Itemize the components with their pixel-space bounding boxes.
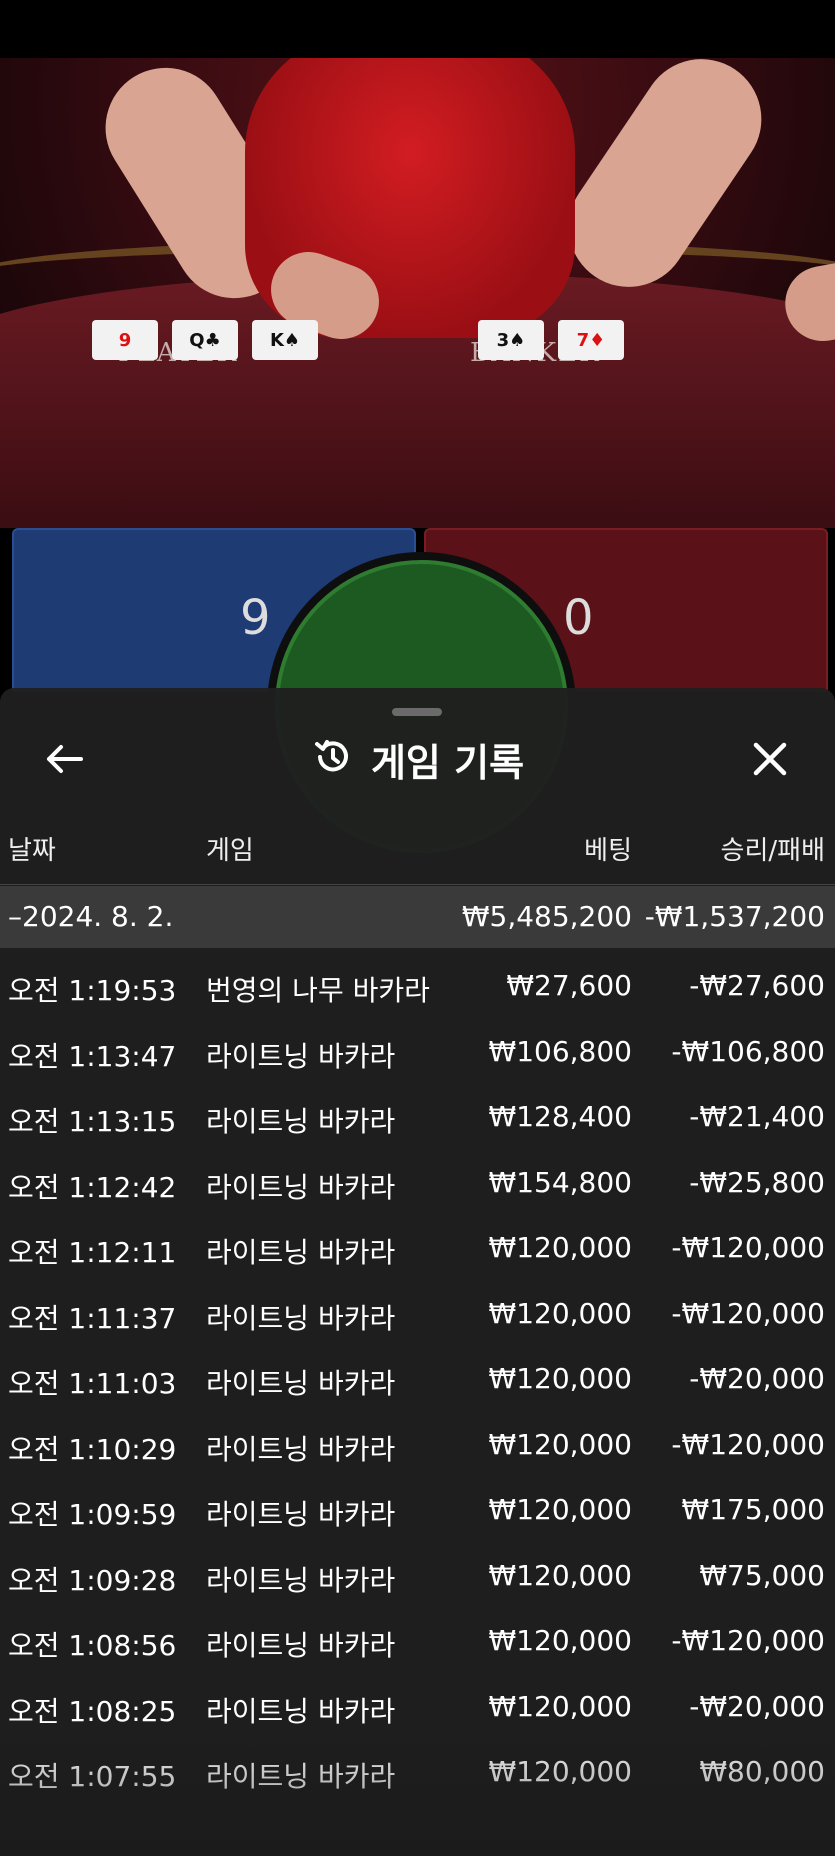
history-row-date: 오전 1:09:59 (8, 1498, 177, 1531)
column-header-date: 날짜 (8, 836, 56, 866)
history-row[interactable]: 오전 1:13:15 라이트닝 바카라 ₩128,400 -₩21,400 (0, 1088, 835, 1154)
playing-card: Q♣ (172, 320, 238, 360)
history-row-date: 오전 1:13:47 (8, 1039, 177, 1073)
history-row[interactable]: 오전 1:08:56 라이트닝 바카라 ₩120,000 -₩120,000 (0, 1612, 835, 1678)
history-row-date: 오전 1:19:53 (8, 974, 177, 1007)
history-row[interactable]: 오전 1:19:53 번영의 나무 바카라 ₩27,600 -₩27,600 (0, 957, 835, 1023)
history-row-game: 라이트닝 바카라 (206, 1105, 396, 1138)
history-row[interactable]: 오전 1:13:47 라이트닝 바카라 ₩106,800 -₩106,800 (0, 1023, 835, 1089)
history-row-game: 라이트닝 바카라 (206, 1563, 396, 1597)
history-row-win: -₩20,000 (689, 1362, 825, 1395)
history-row-game: 라이트닝 바카라 (206, 1694, 396, 1728)
history-row-date: 오전 1:12:11 (8, 1236, 177, 1269)
history-list: 오전 1:19:53 번영의 나무 바카라 ₩27,600 -₩27,600 오전 1:… (0, 957, 835, 1809)
sheet-title: 게임 기록 (370, 740, 525, 785)
history-row-bet: ₩120,000 (488, 1624, 632, 1657)
history-row[interactable]: 오전 1:11:37 라이트닝 바카라 ₩120,000 -₩120,000 (0, 1285, 835, 1351)
history-row-win: -₩120,000 (671, 1296, 825, 1330)
history-row-game: 라이트닝 바카라 (206, 1367, 396, 1400)
history-row-date: 오전 1:09:28 (8, 1563, 177, 1597)
playing-card: 3♠ (478, 320, 544, 360)
history-row-bet: ₩154,800 (488, 1165, 632, 1199)
playing-card: K♠ (252, 320, 318, 360)
history-row[interactable]: 오전 1:10:29 라이트닝 바카라 ₩120,000 -₩120,000 (0, 1416, 835, 1482)
history-row-game: 라이트닝 바카라 (206, 1170, 396, 1204)
summary-win-loss: -₩1,537,200 (644, 900, 825, 933)
history-row-game: 라이트닝 바카라 (206, 1236, 396, 1269)
history-row-win: -₩120,000 (671, 1624, 825, 1657)
header-divider (0, 884, 835, 885)
history-row-win: -₩120,000 (671, 1427, 825, 1461)
history-row-bet: ₩120,000 (488, 1755, 632, 1788)
history-icon (311, 736, 353, 782)
history-row-win: -₩120,000 (671, 1231, 825, 1264)
date-summary-row[interactable]: –2024. 8. 2. ₩5,485,200 -₩1,537,200 (0, 886, 835, 948)
column-header-bet: 베팅 (584, 836, 632, 866)
history-row-bet: ₩128,400 (488, 1100, 632, 1133)
history-row[interactable]: 오전 1:12:11 라이트닝 바카라 ₩120,000 -₩120,000 (0, 1219, 835, 1285)
history-row-bet: ₩120,000 (488, 1558, 632, 1592)
column-header-game: 게임 (206, 836, 254, 866)
history-row-date: 오전 1:10:29 (8, 1432, 177, 1466)
history-row-bet: ₩120,000 (488, 1493, 632, 1526)
history-row-date: 오전 1:13:15 (8, 1105, 177, 1138)
history-row[interactable]: 오전 1:08:25 라이트닝 바카라 ₩120,000 -₩20,000 (0, 1678, 835, 1744)
history-row-date: 오전 1:08:25 (8, 1694, 177, 1728)
history-row-game: 라이트닝 바카라 (206, 1301, 396, 1335)
history-row[interactable]: 오전 1:12:42 라이트닝 바카라 ₩154,800 -₩25,800 (0, 1154, 835, 1220)
history-row-win: -₩20,000 (689, 1689, 825, 1723)
history-row[interactable]: 오전 1:07:55 라이트닝 바카라 ₩120,000 ₩80,000 (0, 1743, 835, 1809)
drag-handle[interactable] (392, 708, 442, 716)
history-row-win: -₩25,800 (689, 1165, 825, 1199)
history-row-game: 라이트닝 바카라 (206, 1760, 396, 1793)
history-row-bet: ₩120,000 (488, 1296, 632, 1330)
history-row-date: 오전 1:11:37 (8, 1301, 177, 1335)
history-row-bet: ₩27,600 (506, 969, 632, 1002)
sheet-header: 게임 기록 (0, 732, 835, 786)
summary-date: –2024. 8. 2. (8, 900, 174, 933)
player-score: 9 (240, 590, 271, 646)
history-row-game: 라이트닝 바카라 (206, 1432, 396, 1466)
history-row-game: 라이트닝 바카라 (206, 1039, 396, 1073)
history-row[interactable]: 오전 1:09:28 라이트닝 바카라 ₩120,000 ₩75,000 (0, 1547, 835, 1613)
history-row-game: 라이트닝 바카라 (206, 1629, 396, 1662)
column-header-win-loss: 승리/패배 (720, 836, 825, 866)
status-bar (0, 0, 835, 58)
history-row-game: 라이트닝 바카라 (206, 1498, 396, 1531)
history-row-game: 번영의 나무 바카라 (206, 974, 430, 1007)
history-row[interactable]: 오전 1:11:03 라이트닝 바카라 ₩120,000 -₩20,000 (0, 1350, 835, 1416)
close-icon[interactable] (745, 734, 795, 784)
history-row-win: ₩75,000 (699, 1558, 825, 1592)
history-row-date: 오전 1:11:03 (8, 1367, 177, 1400)
history-row-win: -₩21,400 (689, 1100, 825, 1133)
banker-score: 0 (563, 590, 594, 646)
history-row-bet: ₩120,000 (488, 1689, 632, 1723)
playing-card: 9 (92, 320, 158, 360)
history-row-bet: ₩120,000 (488, 1362, 632, 1395)
history-row-bet: ₩120,000 (488, 1231, 632, 1264)
playing-card: 7♦ (558, 320, 624, 360)
live-video-feed: PLAYER BANKER 9Q♣K♠ 3♠7♦ (0, 58, 835, 528)
history-row-date: 오전 1:07:55 (8, 1760, 177, 1793)
history-row-win: -₩106,800 (671, 1034, 825, 1068)
history-row-win: -₩27,600 (689, 969, 825, 1002)
summary-bet: ₩5,485,200 (461, 900, 632, 933)
history-row-date: 오전 1:12:42 (8, 1170, 177, 1204)
history-row-date: 오전 1:08:56 (8, 1629, 177, 1662)
history-row-win: ₩80,000 (699, 1755, 825, 1788)
history-row-bet: ₩120,000 (488, 1427, 632, 1461)
history-row-bet: ₩106,800 (488, 1034, 632, 1068)
history-row-win: ₩175,000 (681, 1493, 825, 1526)
history-row[interactable]: 오전 1:09:59 라이트닝 바카라 ₩120,000 ₩175,000 (0, 1481, 835, 1547)
